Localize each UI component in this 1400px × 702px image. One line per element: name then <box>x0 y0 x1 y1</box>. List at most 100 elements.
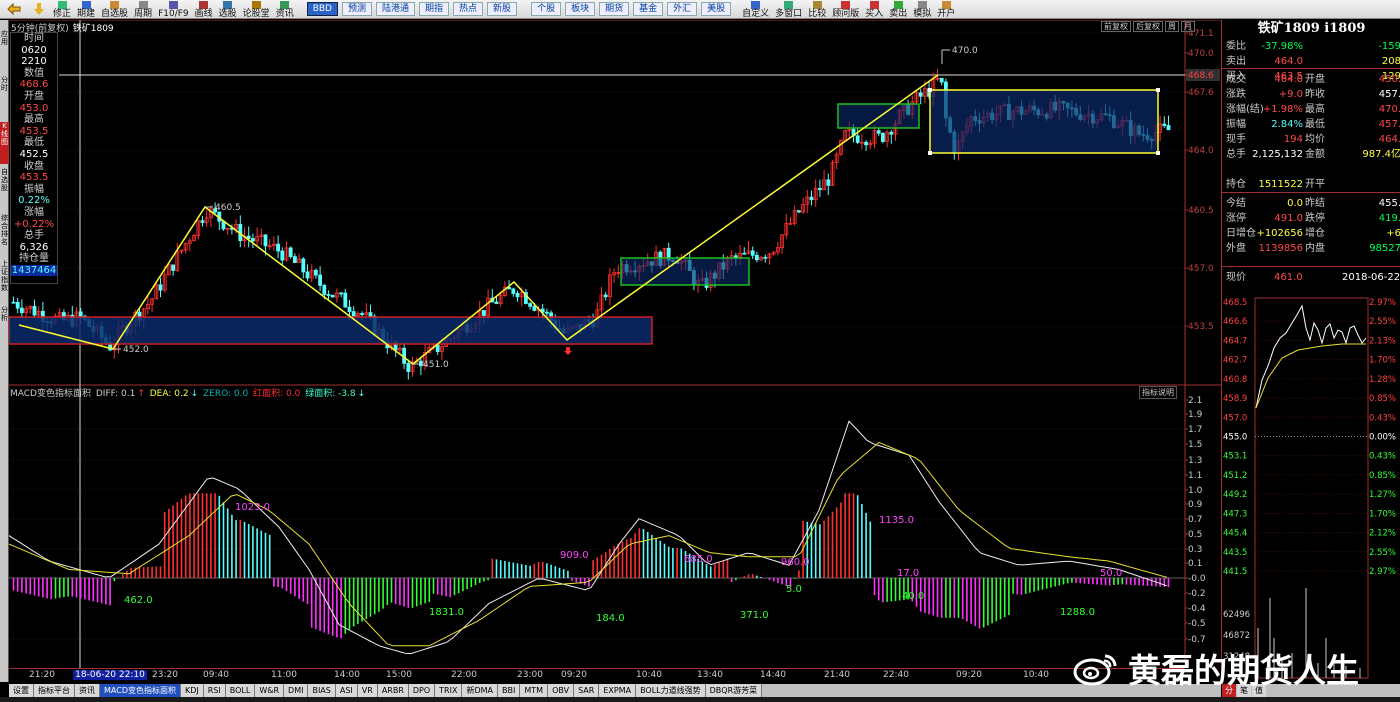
mini-vol-tick: 62496 <box>1223 610 1250 620</box>
toolbar-item2-7[interactable]: 开户 <box>934 0 958 18</box>
toolbar-tab-1[interactable]: 预测 <box>341 2 372 16</box>
indicator-tab-11[interactable]: VR <box>357 684 378 697</box>
toolbar-icon <box>893 0 903 9</box>
market-tab-3[interactable]: 基金 <box>633 2 664 16</box>
toolbar-item2-6[interactable]: 模拟 <box>910 0 934 18</box>
indicator-tab-22[interactable]: DBQR游芳菜 <box>705 684 763 697</box>
left-nav-5[interactable]: 上证指数 <box>0 260 9 302</box>
indicator-tab-4[interactable]: KDJ <box>180 684 204 697</box>
candle-body <box>1166 125 1171 131</box>
indicator-tab-15[interactable]: 新DMA <box>462 684 499 697</box>
indicator-tab-6[interactable]: BOLL <box>225 684 256 697</box>
toolbar-tab-3[interactable]: 期指 <box>419 2 450 16</box>
time-tick: 23:20 <box>152 670 178 680</box>
toolbar-item-5[interactable]: 画线 <box>192 0 216 18</box>
toolbar-item-6[interactable]: 选股 <box>216 0 240 18</box>
quote-label: 涨幅(结) <box>1226 104 1264 115</box>
indicator-tab-20[interactable]: EXPMA <box>599 684 637 697</box>
market-tab-0[interactable]: 个股 <box>531 2 562 16</box>
indicator-tab-19[interactable]: SAR <box>574 684 600 697</box>
market-tab-4[interactable]: 外汇 <box>667 2 698 16</box>
toolbar-item-0[interactable]: 修正 <box>50 0 74 18</box>
market-tab-1[interactable]: 板块 <box>565 2 596 16</box>
toolbar-item-8[interactable]: 资讯 <box>273 0 297 18</box>
box-handle[interactable] <box>1156 151 1160 155</box>
toolbar-item2-4[interactable]: 买入 <box>862 0 886 18</box>
candle-body <box>532 305 537 311</box>
indicator-tab-12[interactable]: ARBR <box>377 684 409 697</box>
macd-tick: 1.5 <box>1188 440 1202 450</box>
quote-row: 振幅 2.84% 最低 457. <box>1222 117 1400 132</box>
indicator-tab-3[interactable]: MACD变色指标面积 <box>100 684 181 697</box>
toolbar-item2-0[interactable]: 自定义 <box>739 0 772 18</box>
toolbar-tab-2[interactable]: 陆港通 <box>376 2 416 16</box>
left-nav-2[interactable]: K线图 <box>0 122 9 164</box>
left-nav-1[interactable]: 分时 <box>0 76 9 118</box>
candle-body <box>288 247 293 258</box>
time-tick: 22:00 <box>451 670 477 680</box>
indicator-tab-17[interactable]: MTM <box>520 684 549 697</box>
macd-tick: 1.1 <box>1188 471 1202 481</box>
indicator-tab-2[interactable]: 资讯 <box>75 684 100 697</box>
indicator-tab-5[interactable]: RSI <box>203 684 226 697</box>
indicator-tab-0[interactable]: 设置 <box>9 684 34 697</box>
mini-pct-tick: 2.97% <box>1369 298 1396 308</box>
candle-body <box>292 256 297 264</box>
chart-tab-2[interactable]: 周 <box>1165 21 1179 32</box>
chart-tab-1[interactable]: 后复权 <box>1133 21 1163 32</box>
toolbar-item-4[interactable]: F10/F9 <box>155 0 192 18</box>
indicator-tab-8[interactable]: DMI <box>284 684 309 697</box>
mini-price-tick: 451.2 <box>1223 471 1247 481</box>
time-tick: 11:00 <box>271 670 297 680</box>
chart-tab-0[interactable]: 前复权 <box>1101 21 1131 32</box>
left-nav-6[interactable]: 分析 <box>0 306 9 348</box>
indicator-tab-10[interactable]: ASI <box>335 684 358 697</box>
kline-chart-area[interactable]: 471.1 470.0 468.6 467.6 464.0 460.5 457.0 453.5… <box>9 20 1221 684</box>
quote-row: 成交 464.0 开盘 450. <box>1222 72 1400 87</box>
toolbar-item2-5[interactable]: 卖出 <box>886 0 910 18</box>
candle-body <box>826 179 831 186</box>
indicator-tab-21[interactable]: BOLL力道线强势 <box>636 684 706 697</box>
market-tab-5[interactable]: 美股 <box>701 2 732 16</box>
toolbar-item-7[interactable]: 论股堂 <box>240 0 273 18</box>
indicator-help-button[interactable]: 指标说明 <box>1139 386 1177 399</box>
indicator-tab-16[interactable]: BBI <box>498 684 521 697</box>
toolbar-item2-2[interactable]: 比较 <box>805 0 829 18</box>
toolbar-item-2[interactable]: 自选股 <box>98 0 131 18</box>
market-tab-2[interactable]: 期货 <box>599 2 630 16</box>
indicator-tab-18[interactable]: OBV <box>548 684 575 697</box>
mini-intraday-chart[interactable]: 468.5 2.97% 466.6 2.55% 464.7 2.13% 462.7 1.70%… <box>1222 268 1400 682</box>
time-tick: 23:00 <box>517 670 543 680</box>
toolbar-item-1[interactable]: 期建 <box>74 0 98 18</box>
left-nav-3[interactable]: 自选股 <box>0 168 9 210</box>
box-handle[interactable] <box>928 88 932 92</box>
toolbar-icon <box>81 0 91 9</box>
toolbar-item2-3[interactable]: 顾问版 <box>829 0 862 18</box>
indicator-tab-1[interactable]: 指标平台 <box>34 684 75 697</box>
indicator-tab-9[interactable]: BIAS <box>308 684 336 697</box>
quote-value: 457. <box>1378 119 1400 130</box>
toolbar-tab-5[interactable]: 新股 <box>487 2 518 16</box>
indicator-tab-7[interactable]: W&R <box>255 684 285 697</box>
box-handle[interactable] <box>1156 88 1160 92</box>
indicator-tab-13[interactable]: DPO <box>408 684 436 697</box>
quote-value: 1139856 <box>1258 243 1303 254</box>
time-tick: 10:40 <box>1023 670 1049 680</box>
left-nav-0[interactable]: 应用 <box>0 30 9 72</box>
toolbar-tab-4[interactable]: 热点 <box>453 2 484 16</box>
toolbar-tab-0[interactable]: BBD <box>306 2 338 16</box>
toolbar-item2-1[interactable]: 多窗口 <box>772 0 805 18</box>
left-nav-4[interactable]: 综合排名 <box>0 214 9 256</box>
divider <box>1222 266 1400 267</box>
candle-body <box>301 258 306 273</box>
chart-tab-3[interactable]: 月 <box>1181 21 1195 32</box>
box-handle[interactable] <box>928 151 932 155</box>
indicator-tab-14[interactable]: TRIX <box>435 684 463 697</box>
down-arrow-icon[interactable] <box>28 0 50 18</box>
back-icon[interactable] <box>0 0 28 18</box>
time-tick: 21:40 <box>824 670 850 680</box>
toolbar-item-3[interactable]: 周期 <box>131 0 155 18</box>
mini-price-tick: 441.5 <box>1223 567 1247 577</box>
candle-body <box>158 284 163 291</box>
price-tick: 453.5 <box>1188 322 1214 332</box>
